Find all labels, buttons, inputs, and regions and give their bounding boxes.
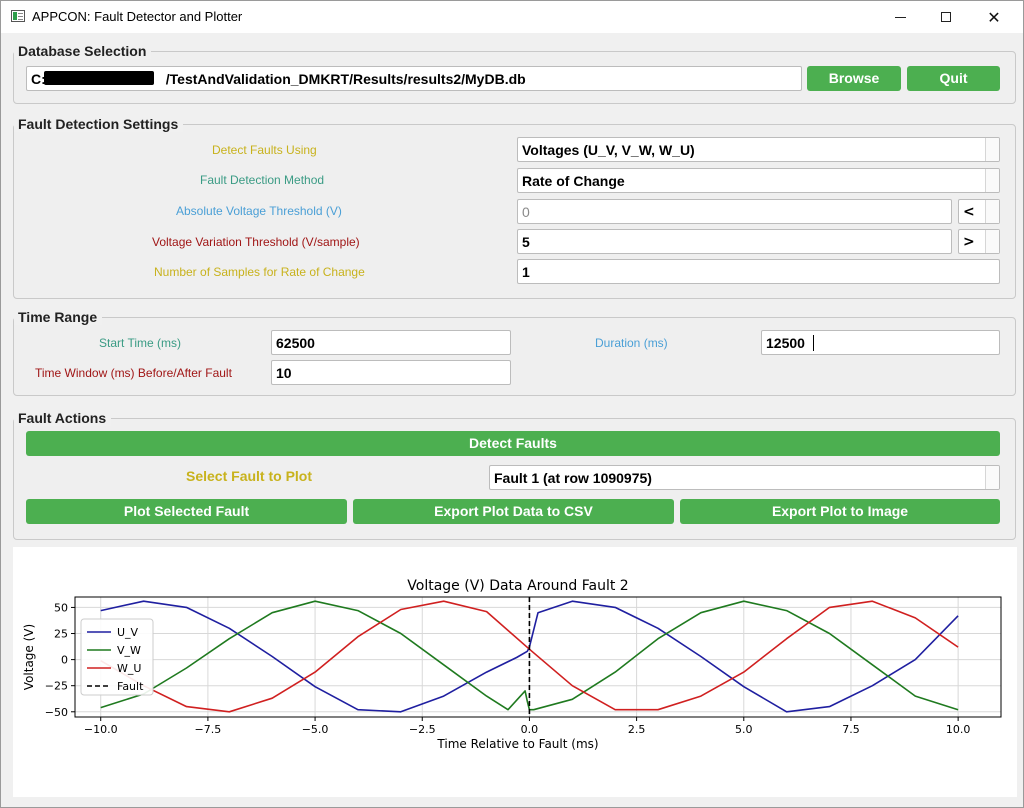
select-fault-label: Select Fault to Plot: [186, 468, 313, 484]
abs-operator-value: <: [963, 204, 975, 220]
abs-operator-dropdown-arrow[interactable]: [985, 200, 999, 223]
method-dropdown-arrow[interactable]: [985, 169, 999, 192]
export-image-button[interactable]: Export Plot to Image: [680, 499, 1000, 524]
x-tick-label-5: 2.5: [628, 723, 646, 736]
close-button[interactable]: ✕: [971, 1, 1017, 33]
detect-faults-button[interactable]: Detect Faults: [26, 431, 1000, 456]
samples-label: Number of Samples for Rate of Change: [154, 265, 365, 279]
detect-using-value: Voltages (U_V, V_W, W_U): [522, 142, 695, 158]
x-tick-label-0: −10.0: [84, 723, 118, 736]
select-fault-value: Fault 1 (at row 1090975): [494, 470, 652, 486]
start-time-input[interactable]: 62500: [271, 330, 511, 355]
x-tick-label-8: 10.0: [946, 723, 971, 736]
x-axis-label: Time Relative to Fault (ms): [436, 737, 598, 751]
legend-label-0: U_V: [117, 626, 139, 639]
abs-threshold-input[interactable]: 0: [517, 199, 952, 224]
abs-threshold-label: Absolute Voltage Threshold (V): [176, 204, 342, 218]
duration-label: Duration (ms): [595, 336, 668, 350]
quit-button[interactable]: Quit: [907, 66, 1000, 91]
app-icon: [11, 10, 25, 22]
fault-actions-legend: Fault Actions: [14, 410, 112, 426]
maximize-button[interactable]: [923, 1, 969, 33]
database-selection-legend: Database Selection: [14, 43, 152, 59]
y-tick-label-0: 50: [54, 601, 68, 614]
minimize-icon: [894, 17, 906, 18]
legend-label-2: W_U: [117, 662, 141, 675]
abs-operator-select[interactable]: <: [958, 199, 1000, 224]
var-threshold-label: Voltage Variation Threshold (V/sample): [152, 235, 360, 249]
redacted-path-segment: [44, 71, 154, 85]
samples-input[interactable]: 1: [517, 259, 1000, 284]
legend-label-3: Fault: [117, 680, 144, 693]
x-tick-label-6: 5.0: [735, 723, 753, 736]
var-threshold-input[interactable]: 5: [517, 229, 952, 254]
time-window-input[interactable]: 10: [271, 360, 511, 385]
chart-title: Voltage (V) Data Around Fault 2: [407, 578, 628, 594]
var-operator-select[interactable]: >: [958, 229, 1000, 254]
plot-selected-fault-button[interactable]: Plot Selected Fault: [26, 499, 347, 524]
method-select[interactable]: Rate of Change: [517, 168, 1000, 193]
minimize-button[interactable]: [877, 1, 923, 33]
detect-using-select[interactable]: Voltages (U_V, V_W, W_U): [517, 137, 1000, 162]
app-window: APPCON: Fault Detector and Plotter ✕ Dat…: [0, 0, 1024, 808]
x-tick-label-1: −7.5: [195, 723, 222, 736]
select-fault-select[interactable]: Fault 1 (at row 1090975): [489, 465, 1000, 490]
fault-detection-settings-legend: Fault Detection Settings: [14, 116, 184, 132]
time-range-group: [13, 317, 1016, 396]
window-title: APPCON: Fault Detector and Plotter: [32, 9, 243, 24]
detect-using-dropdown-arrow[interactable]: [985, 138, 999, 161]
plot-canvas: −10.0 −7.5 −5.0 −2.5 0.0 2.5 5.0 7.5 10.0 50 25 0 −2…: [13, 547, 1017, 797]
time-window-label: Time Window (ms) Before/After Fault: [35, 366, 232, 380]
legend-label-1: V_W: [117, 644, 141, 657]
title-bar: APPCON: Fault Detector and Plotter ✕: [1, 1, 1023, 33]
detect-using-label: Detect Faults Using: [212, 143, 317, 157]
y-tick-label-2: 0: [61, 654, 68, 667]
x-tick-label-3: −2.5: [409, 723, 436, 736]
y-tick-label-1: 25: [54, 628, 68, 641]
text-cursor: [813, 335, 814, 351]
method-value: Rate of Change: [522, 173, 625, 189]
duration-input[interactable]: 12500: [761, 330, 1000, 355]
y-tick-label-3: −25: [45, 680, 68, 693]
browse-button[interactable]: Browse: [807, 66, 901, 91]
x-tick-label-7: 7.5: [842, 723, 860, 736]
x-tick-label-4: 0.0: [521, 723, 539, 736]
var-operator-dropdown-arrow[interactable]: [985, 230, 999, 253]
select-fault-dropdown-arrow[interactable]: [985, 466, 999, 489]
y-axis-label: Voltage (V): [22, 624, 36, 690]
x-tick-label-2: −5.0: [302, 723, 329, 736]
var-operator-value: >: [963, 234, 975, 250]
voltage-chart: −10.0 −7.5 −5.0 −2.5 0.0 2.5 5.0 7.5 10.0 50 25 0 −2…: [22, 578, 1002, 751]
start-time-label: Start Time (ms): [99, 336, 182, 350]
close-icon: ✕: [987, 7, 1001, 27]
database-path-suffix: /TestAndValidation_DMKRT/Results/results…: [165, 71, 526, 87]
y-tick-label-4: −50: [45, 706, 68, 719]
export-csv-button[interactable]: Export Plot Data to CSV: [353, 499, 674, 524]
method-label: Fault Detection Method: [200, 173, 325, 187]
maximize-icon: [941, 12, 951, 22]
time-range-legend: Time Range: [14, 309, 103, 325]
